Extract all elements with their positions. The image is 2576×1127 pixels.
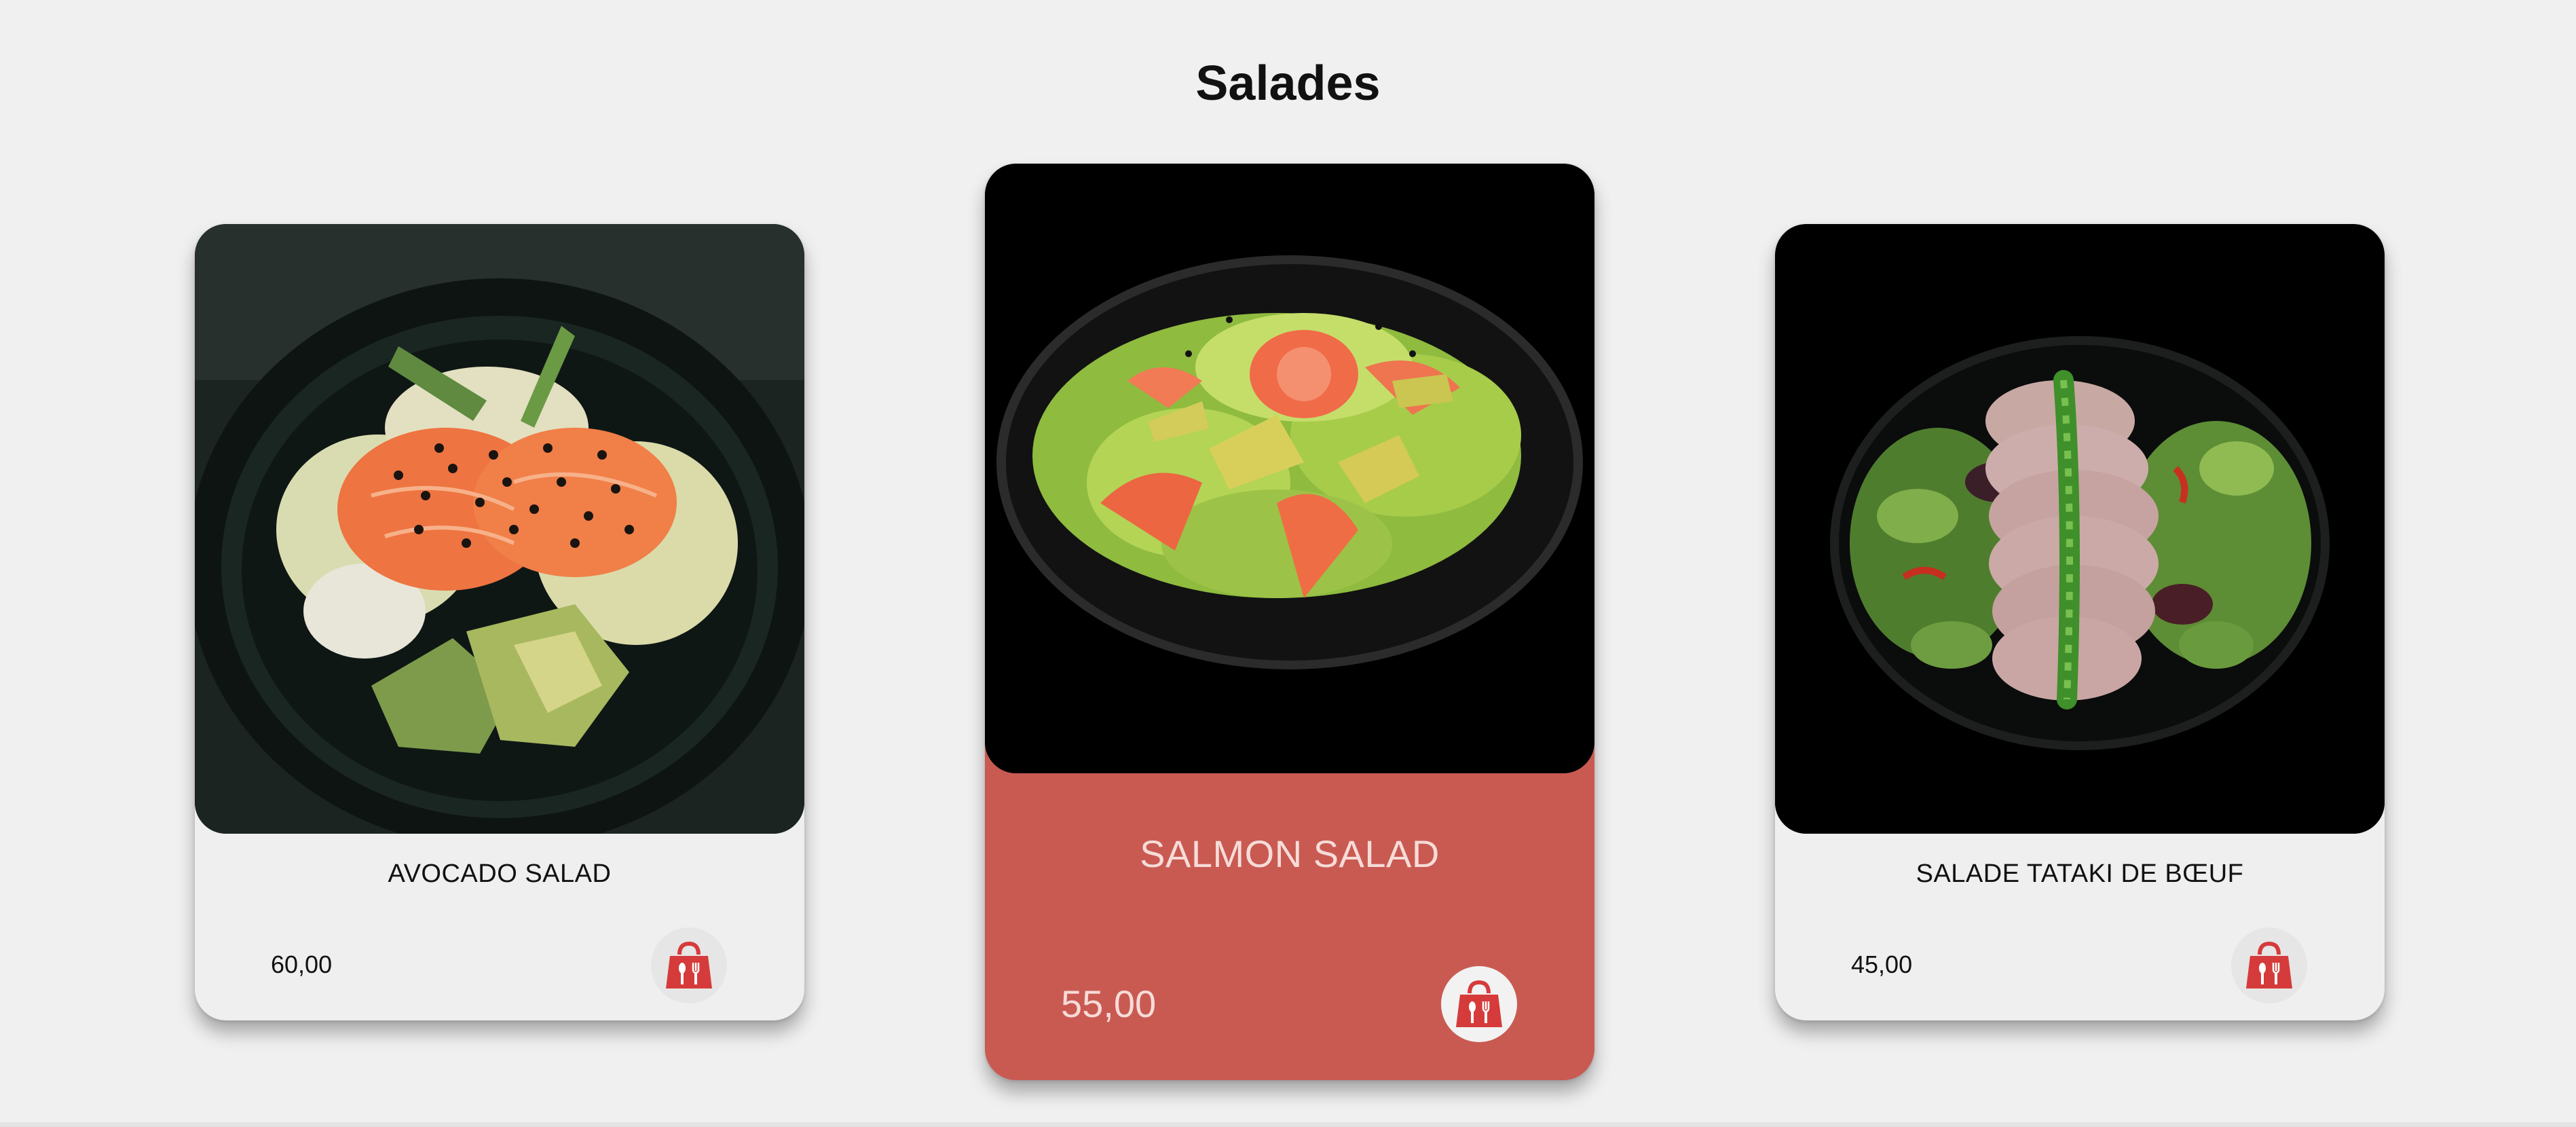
shopping-bag-utensils-icon [1456, 980, 1502, 1027]
shopping-bag-utensils-icon [2246, 941, 2292, 989]
add-to-cart-button[interactable] [1441, 966, 1517, 1042]
product-image[interactable] [985, 164, 1594, 773]
product-image[interactable] [195, 224, 804, 834]
product-card-avocado-salad[interactable]: AVOCADO SALAD 60,00 [195, 224, 804, 1020]
shopping-bag-utensils-icon [666, 941, 712, 989]
product-card-salade-tataki-de-boeuf[interactable]: SALADE TATAKI DE BŒUF 45,00 [1775, 224, 2385, 1020]
salades-page: Salades AVOCADO SALAD 60,00 SALMON SALAD… [0, 0, 2576, 1127]
product-name: SALMON SALAD [1140, 832, 1440, 875]
product-name: SALADE TATAKI DE BŒUF [1916, 860, 2244, 888]
product-price: 55,00 [1061, 982, 1157, 1025]
add-to-cart-button[interactable] [2231, 927, 2307, 1003]
product-price: 45,00 [1851, 950, 1913, 978]
product-price: 60,00 [271, 950, 333, 978]
product-image[interactable] [1775, 224, 2385, 834]
product-name: AVOCADO SALAD [388, 860, 612, 888]
footer-divider [0, 1122, 2576, 1127]
product-card-salmon-salad[interactable]: SALMON SALAD 55,00 [985, 164, 1594, 1080]
section-title: Salades [1195, 56, 1381, 111]
add-to-cart-button[interactable] [651, 927, 727, 1003]
